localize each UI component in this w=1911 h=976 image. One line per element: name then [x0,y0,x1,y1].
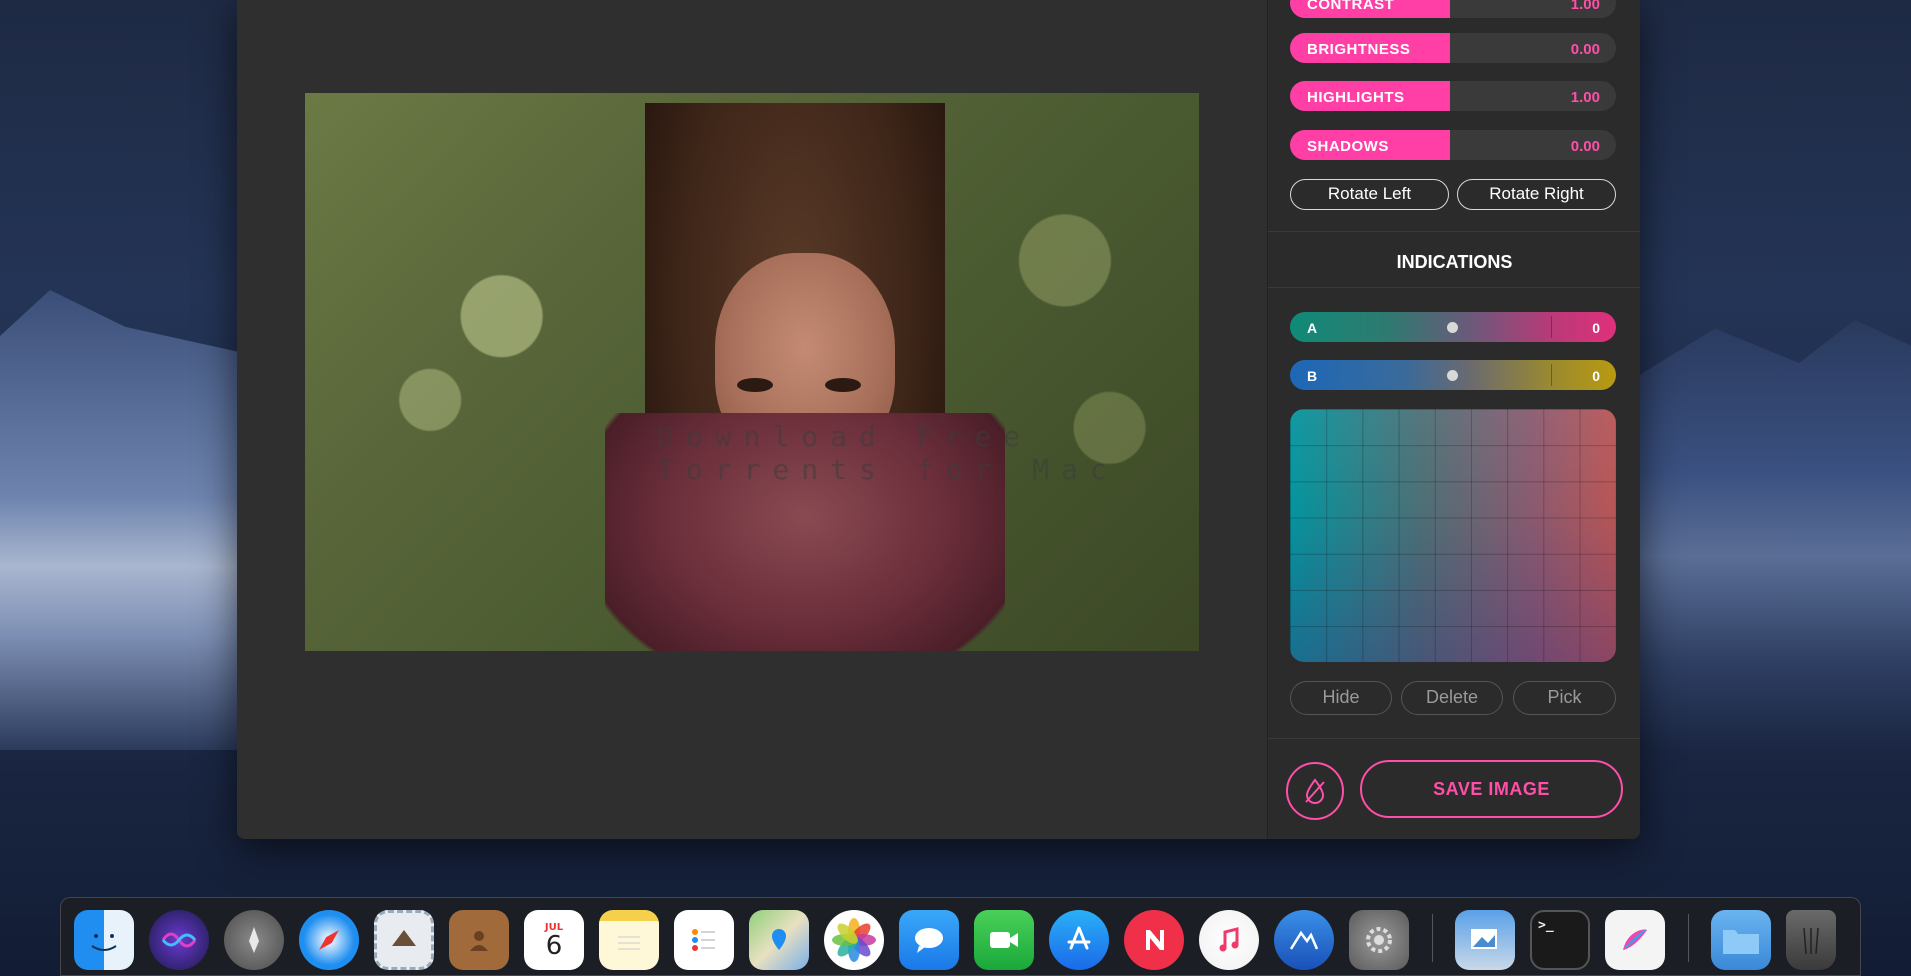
brightness-slider[interactable]: BRIGHTNESS 0.00 [1290,33,1616,63]
b-channel-slider[interactable]: B 0 [1290,360,1616,390]
contrast-slider[interactable]: CONTRAST 1.00 [1290,0,1616,18]
dock-separator [1432,914,1433,962]
edited-photo[interactable] [305,93,1199,651]
calendar-day: 6 [545,930,563,961]
brightness-label: BRIGHTNESS [1307,41,1411,58]
calendar-icon[interactable]: JUL 6 [524,910,584,970]
brightness-value: 0.00 [1570,41,1600,58]
image-canvas-area: Download Free Torrents for Mac [237,0,1267,839]
save-image-button[interactable]: SAVE IMAGE [1360,760,1623,818]
a-channel-knob[interactable] [1447,322,1458,333]
siri-icon[interactable] [149,910,209,970]
color-grid-picker[interactable] [1290,409,1616,662]
eyedropper-icon [1305,778,1325,804]
b-channel-label: B [1307,368,1318,384]
a-channel-slider[interactable]: A 0 [1290,312,1616,342]
highlights-label: HIGHLIGHTS [1307,89,1405,106]
photo-subject-eye-left [737,378,773,392]
facetime-icon[interactable] [974,910,1034,970]
altitude-icon[interactable] [1274,910,1334,970]
trash-icon[interactable] [1786,910,1836,970]
eyedropper-button[interactable] [1286,762,1344,820]
watermark-text: Download Free Torrents for Mac [657,420,1119,486]
reminders-icon[interactable] [674,910,734,970]
shadows-label: SHADOWS [1307,138,1389,155]
messages-icon[interactable] [899,910,959,970]
b-channel-knob[interactable] [1447,370,1458,381]
app-window: Download Free Torrents for Mac CONTRAST … [237,0,1640,839]
a-channel-label: A [1307,320,1318,336]
photos-icon[interactable] [824,910,884,970]
highlights-slider[interactable]: HIGHLIGHTS 1.00 [1290,81,1616,111]
finder-icon[interactable] [74,910,134,970]
notes-icon[interactable] [599,910,659,970]
contrast-value: 1.00 [1570,0,1600,13]
a-channel-value: 0 [1592,320,1600,336]
desktop-wallpaper-left [0,290,250,750]
adjustments-panel: CONTRAST 1.00 BRIGHTNESS 0.00 HIGHLIGHTS… [1267,0,1640,839]
panel-divider [1268,738,1640,739]
b-channel-tick [1551,364,1552,386]
panel-divider [1268,287,1640,288]
macos-dock: JUL 6 >_ [60,897,1861,976]
system-preferences-icon[interactable] [1349,910,1409,970]
contacts-icon[interactable] [449,910,509,970]
mail-icon[interactable] [374,910,434,970]
desktop-wallpaper-right [1631,320,1911,750]
highlights-value: 1.00 [1570,89,1600,106]
a-channel-tick [1551,316,1552,338]
dock-separator [1688,914,1689,962]
launchpad-icon[interactable] [224,910,284,970]
rotate-right-button[interactable]: Rotate Right [1457,179,1616,210]
shadows-value: 0.00 [1570,138,1600,155]
panel-divider [1268,231,1640,232]
app-store-icon[interactable] [1049,910,1109,970]
shadows-slider[interactable]: SHADOWS 0.00 [1290,130,1616,160]
music-icon[interactable] [1199,910,1259,970]
pixelmator-icon[interactable] [1605,910,1665,970]
news-icon[interactable] [1124,910,1184,970]
rotate-left-button[interactable]: Rotate Left [1290,179,1449,210]
hide-button[interactable]: Hide [1290,681,1392,715]
preview-icon[interactable] [1455,910,1515,970]
terminal-icon[interactable]: >_ [1530,910,1590,970]
photo-subject-eye-right [825,378,861,392]
delete-button[interactable]: Delete [1401,681,1503,715]
terminal-prompt: >_ [1538,918,1554,933]
b-channel-value: 0 [1592,368,1600,384]
downloads-folder-icon[interactable] [1711,910,1771,970]
pick-button[interactable]: Pick [1513,681,1616,715]
safari-icon[interactable] [299,910,359,970]
maps-icon[interactable] [749,910,809,970]
contrast-label: CONTRAST [1307,0,1395,13]
indications-title: INDICATIONS [1396,252,1513,272]
